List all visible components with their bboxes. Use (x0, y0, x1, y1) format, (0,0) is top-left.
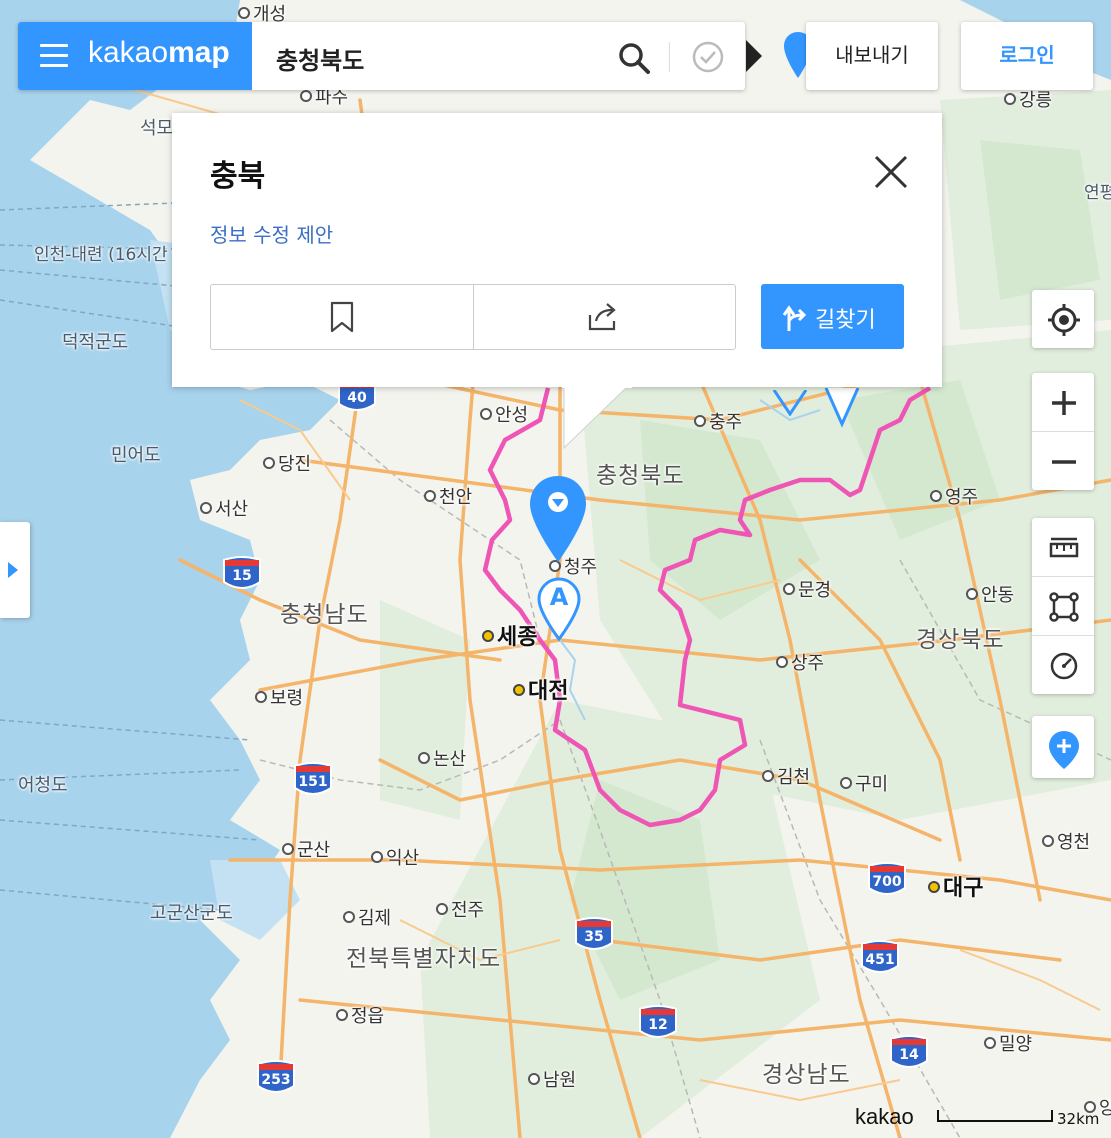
gps-target-icon (1048, 304, 1080, 336)
sea-label: 어청도 (18, 775, 68, 796)
city-label[interactable]: 안동 (966, 581, 1014, 607)
popup-tail (562, 386, 632, 450)
login-button[interactable]: 로그인 (961, 22, 1093, 90)
city-label[interactable]: 대전 (513, 673, 568, 705)
radius-tool-button[interactable] (1032, 635, 1094, 694)
sea-label: 인천-대련 (16시간 (34, 245, 168, 265)
city-label[interactable]: 영주 (930, 483, 978, 509)
sea-label: 석모 (140, 118, 174, 139)
city-label[interactable]: 안성 (480, 401, 528, 427)
minus-icon (1052, 460, 1076, 464)
city-label[interactable]: 익산 (371, 844, 419, 870)
area-tool-button[interactable] (1032, 576, 1094, 635)
highway-shield: 12 (638, 1005, 678, 1043)
city-label[interactable]: 보령 (255, 684, 303, 710)
menu-icon[interactable] (40, 44, 68, 68)
bookmark-button[interactable] (211, 285, 473, 349)
city-label[interactable]: 대구 (928, 870, 983, 902)
suggest-edit-link[interactable]: 정보 수정 제안 (210, 219, 333, 248)
city-label[interactable]: 서산 (200, 495, 248, 521)
search-bar: kakaomap 충청북도 (18, 22, 745, 90)
popup-action-group (210, 284, 736, 350)
current-location-button[interactable] (1032, 290, 1094, 348)
sea-label: 연평 (1084, 183, 1111, 203)
directions-button[interactable]: 길찾기 (761, 284, 904, 349)
share-icon (588, 303, 616, 331)
city-label[interactable]: 김제 (343, 904, 391, 930)
region-label: 충청남도 (280, 602, 369, 628)
city-label[interactable]: 상주 (776, 649, 824, 675)
share-button[interactable] (472, 285, 736, 349)
region-label: 전북특별자치도 (346, 946, 502, 972)
city-label[interactable]: 김천 (762, 763, 810, 789)
search-icon[interactable] (616, 40, 652, 76)
city-label[interactable]: 정읍 (336, 1002, 384, 1028)
chevron-right-icon (8, 562, 18, 578)
region-label: 경상북도 (916, 627, 1005, 653)
plus-icon (1052, 391, 1076, 415)
city-label[interactable]: 군산 (282, 836, 330, 862)
directions-icon[interactable] (744, 36, 766, 76)
highway-shield: 451 (860, 940, 900, 978)
add-place-button[interactable] (1032, 716, 1094, 778)
city-label[interactable]: 남원 (528, 1066, 576, 1092)
scale-bar (937, 1110, 1053, 1122)
region-label: 충청북도 (596, 463, 685, 489)
measure-tools (1032, 518, 1094, 694)
city-label[interactable]: 논산 (418, 745, 466, 771)
city-label[interactable]: 충주 (694, 408, 742, 434)
zoom-control (1032, 373, 1094, 490)
brand-area: kakaomap (18, 22, 252, 90)
highway-shield: 14 (889, 1035, 929, 1073)
scale-distance: 32km (1057, 1110, 1100, 1128)
distance-tool-button[interactable] (1032, 518, 1094, 576)
check-circle-icon[interactable] (691, 40, 725, 74)
search-input[interactable]: 충청북도 (276, 41, 364, 76)
zoom-out-button[interactable] (1032, 431, 1094, 490)
bookmark-icon (330, 301, 354, 333)
popup-title: 충북 (210, 159, 266, 194)
kakao-watermark: kakao (855, 1104, 914, 1129)
export-button[interactable]: 내보내기 (806, 22, 938, 90)
city-label[interactable]: 밀양 (984, 1030, 1032, 1056)
city-label[interactable]: 영천 (1042, 828, 1090, 854)
region-label: 경상남도 (762, 1062, 851, 1088)
city-label[interactable]: 세종 (482, 619, 537, 651)
city-label[interactable]: 당진 (263, 450, 311, 476)
sea-label: 고군산군도 (150, 903, 233, 924)
highway-shield: 15 (222, 556, 262, 594)
close-icon[interactable] (872, 153, 910, 191)
city-label[interactable]: 문경 (783, 576, 831, 602)
ruler-icon (1049, 537, 1079, 558)
directions-label: 길찾기 (815, 308, 876, 333)
sea-label: 민어도 (111, 445, 161, 466)
kakaomap-logo[interactable]: kakaomap (88, 36, 230, 70)
route-icon (782, 305, 807, 331)
highway-shield: 151 (293, 762, 333, 800)
compass-gauge-icon (1050, 652, 1078, 680)
sidebar-toggle-button[interactable] (0, 522, 30, 618)
city-label[interactable]: 전주 (436, 896, 484, 922)
region-info-popup: 충북 정보 수정 제안 길찾기 (172, 113, 942, 387)
zoom-in-button[interactable] (1032, 373, 1094, 431)
highway-shield: 253 (256, 1060, 296, 1098)
map-scale: kakao 32km (855, 1100, 1111, 1138)
highway-shield: 35 (574, 917, 614, 955)
highway-shield: 700 (867, 862, 907, 900)
city-label[interactable]: 천안 (424, 483, 472, 509)
add-pin-icon (1049, 731, 1079, 769)
area-polygon-icon (1049, 592, 1079, 622)
sea-label: 덕적군도 (62, 332, 129, 353)
city-label[interactable]: 구미 (840, 770, 888, 796)
